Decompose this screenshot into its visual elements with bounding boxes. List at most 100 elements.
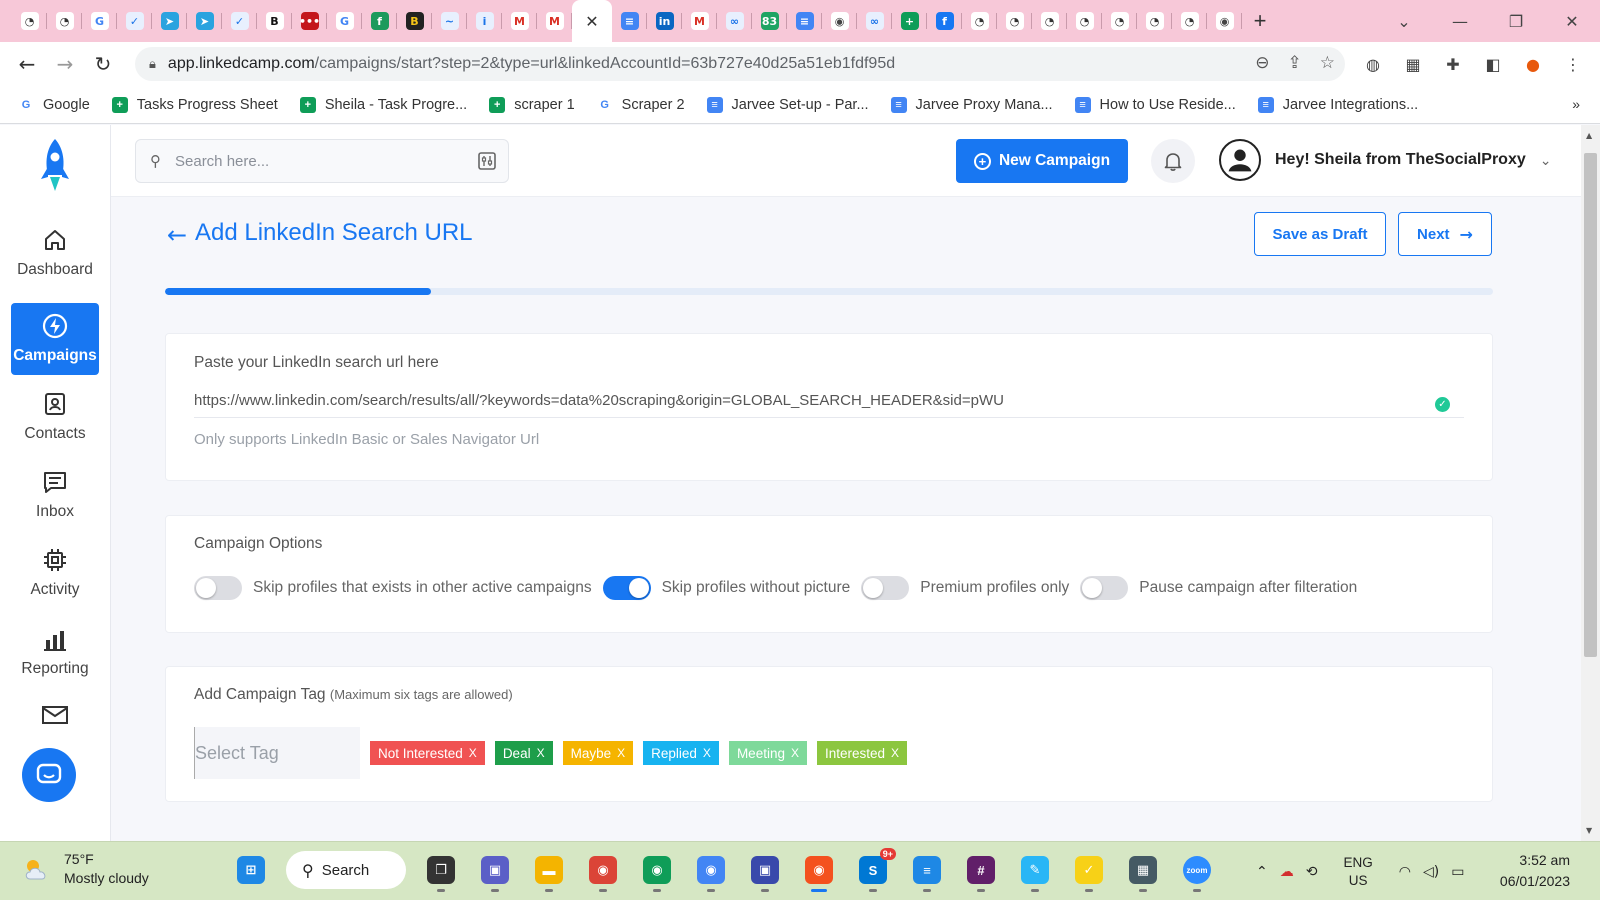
- remove-tag-icon[interactable]: X: [617, 746, 625, 760]
- scroll-up-arrow[interactable]: ▲: [1586, 131, 1592, 140]
- sidebar-item-reporting[interactable]: Reporting: [11, 616, 99, 688]
- volume-icon[interactable]: ◁): [1423, 864, 1439, 880]
- taskbar-app[interactable]: ▦: [1124, 850, 1162, 892]
- tab[interactable]: +: [892, 0, 927, 42]
- taskbar-app[interactable]: ▣: [746, 850, 784, 892]
- bookmark-item[interactable]: G Scraper 2: [596, 96, 685, 113]
- tab-search-icon[interactable]: ⌄: [1376, 12, 1432, 31]
- wifi-icon[interactable]: ◠: [1399, 864, 1411, 880]
- bookmark-item[interactable]: ≡ Jarvee Integrations...: [1257, 96, 1418, 113]
- side-panel-icon[interactable]: ◧: [1480, 51, 1506, 77]
- save-as-draft-button[interactable]: Save as Draft: [1254, 212, 1386, 256]
- scroll-down-arrow[interactable]: ▼: [1586, 826, 1592, 835]
- campaign-tag[interactable]: Not Interested X: [370, 741, 485, 765]
- bookmark-item[interactable]: ≡ How to Use Reside...: [1074, 96, 1236, 113]
- filter-icon[interactable]: [478, 152, 496, 170]
- tab[interactable]: G: [82, 0, 117, 42]
- tab[interactable]: f: [362, 0, 397, 42]
- back-arrow-icon[interactable]: ←: [167, 221, 187, 249]
- tab[interactable]: G: [327, 0, 362, 42]
- tab[interactable]: ➤: [187, 0, 222, 42]
- profile-menu[interactable]: Hey! Sheila from TheSocialProxy ⌄: [1219, 139, 1551, 181]
- taskbar-app[interactable]: ▬: [530, 850, 568, 892]
- reload-button[interactable]: ↻: [84, 45, 122, 83]
- mail-icon[interactable]: [42, 705, 68, 725]
- tab[interactable]: M: [682, 0, 717, 42]
- tab[interactable]: ◔: [1102, 0, 1137, 42]
- tab[interactable]: ∞: [717, 0, 752, 42]
- sidebar-item-campaigns[interactable]: Campaigns: [11, 303, 99, 375]
- tab[interactable]: ➤: [152, 0, 187, 42]
- zoom-icon[interactable]: ⊖: [1255, 53, 1269, 73]
- taskbar-app[interactable]: ▣: [476, 850, 514, 892]
- tab[interactable]: ∞: [857, 0, 892, 42]
- close-window-button[interactable]: ✕: [1544, 12, 1600, 31]
- taskbar-app[interactable]: S 9+: [854, 848, 896, 892]
- globe-extension-icon[interactable]: ◍: [1360, 51, 1386, 77]
- tab[interactable]: in: [647, 0, 682, 42]
- select-tag-input[interactable]: Select Tag: [194, 727, 360, 779]
- bookmark-star-icon[interactable]: ☆: [1320, 53, 1335, 73]
- bookmark-item[interactable]: + Sheila - Task Progre...: [299, 96, 467, 113]
- battery-icon[interactable]: ▭: [1451, 864, 1464, 880]
- search-input[interactable]: [175, 152, 455, 170]
- puzzle-extensions-icon[interactable]: ✚: [1440, 51, 1466, 77]
- tab[interactable]: B: [397, 0, 432, 42]
- tab[interactable]: ◔: [1032, 0, 1067, 42]
- page-scrollbar[interactable]: ▲ ▼: [1581, 125, 1600, 841]
- tab[interactable]: ◉: [1207, 0, 1242, 42]
- tab[interactable]: f: [927, 0, 962, 42]
- tab-active[interactable]: ✕: [572, 0, 612, 42]
- tab[interactable]: ✓: [222, 0, 257, 42]
- cloud-error-icon[interactable]: ☁: [1280, 864, 1294, 880]
- tab[interactable]: i: [467, 0, 502, 42]
- remove-tag-icon[interactable]: X: [891, 746, 899, 760]
- campaign-tag[interactable]: Meeting X: [728, 741, 807, 765]
- tab[interactable]: ≡: [612, 0, 647, 42]
- taskbar-app[interactable]: ◉: [584, 850, 622, 892]
- option-toggle[interactable]: [194, 576, 242, 600]
- chevron-down-icon[interactable]: ⌄: [1540, 152, 1552, 169]
- chrome-menu-icon[interactable]: ⋮: [1560, 51, 1586, 77]
- next-button[interactable]: Next →: [1398, 212, 1492, 256]
- taskbar-app[interactable]: ◉: [638, 850, 676, 892]
- remove-tag-icon[interactable]: X: [791, 746, 799, 760]
- bookmark-item[interactable]: + Tasks Progress Sheet: [111, 96, 278, 113]
- notifications-button[interactable]: [1151, 139, 1195, 183]
- campaign-tag[interactable]: Deal X: [494, 741, 553, 765]
- taskbar-search[interactable]: ⚲ Search: [286, 851, 406, 889]
- tab[interactable]: •••: [292, 0, 327, 42]
- sidebar-item-activity[interactable]: Activity: [11, 537, 99, 609]
- taskbar-app[interactable]: ◉: [692, 850, 730, 892]
- scrollbar-thumb[interactable]: [1584, 153, 1597, 657]
- campaign-tag[interactable]: Interested X: [816, 741, 908, 765]
- language-indicator[interactable]: ENG US: [1343, 854, 1372, 890]
- tab[interactable]: ◉: [822, 0, 857, 42]
- bookmark-item[interactable]: G Google: [18, 96, 90, 113]
- taskbar-app[interactable]: ❐: [422, 850, 460, 892]
- tab[interactable]: ◔: [1137, 0, 1172, 42]
- taskbar-app[interactable]: zoom: [1178, 850, 1216, 892]
- taskbar-app[interactable]: ≡: [908, 850, 946, 892]
- campaign-tag[interactable]: Replied X: [643, 741, 719, 765]
- sidebar-item-inbox[interactable]: Inbox: [11, 459, 99, 531]
- tab[interactable]: ◔: [47, 0, 82, 42]
- new-tab-button[interactable]: +: [1242, 0, 1278, 42]
- taskbar-app[interactable]: ◉: [800, 850, 838, 892]
- remove-tag-icon[interactable]: X: [469, 746, 477, 760]
- forward-button[interactable]: →: [46, 45, 84, 83]
- support-chat-button[interactable]: [22, 748, 76, 802]
- profile-extension-icon[interactable]: ●: [1520, 51, 1546, 77]
- clock[interactable]: 3:52 am 06/01/2023: [1500, 850, 1570, 892]
- lock-icon[interactable]: 🔒︎: [149, 56, 156, 72]
- campaign-tag[interactable]: Maybe X: [562, 741, 634, 765]
- sidebar-item-dashboard[interactable]: Dashboard: [11, 217, 99, 289]
- tab[interactable]: B: [257, 0, 292, 42]
- new-campaign-button[interactable]: + New Campaign: [956, 139, 1128, 183]
- bookmark-item[interactable]: ≡ Jarvee Proxy Mana...: [890, 96, 1053, 113]
- weather-widget[interactable]: 75°F Mostly cloudy: [22, 850, 149, 888]
- share-icon[interactable]: ⇪: [1288, 53, 1302, 73]
- chevron-up-icon[interactable]: ⌃: [1256, 864, 1268, 880]
- tab[interactable]: ✓: [117, 0, 152, 42]
- option-toggle[interactable]: [861, 576, 910, 600]
